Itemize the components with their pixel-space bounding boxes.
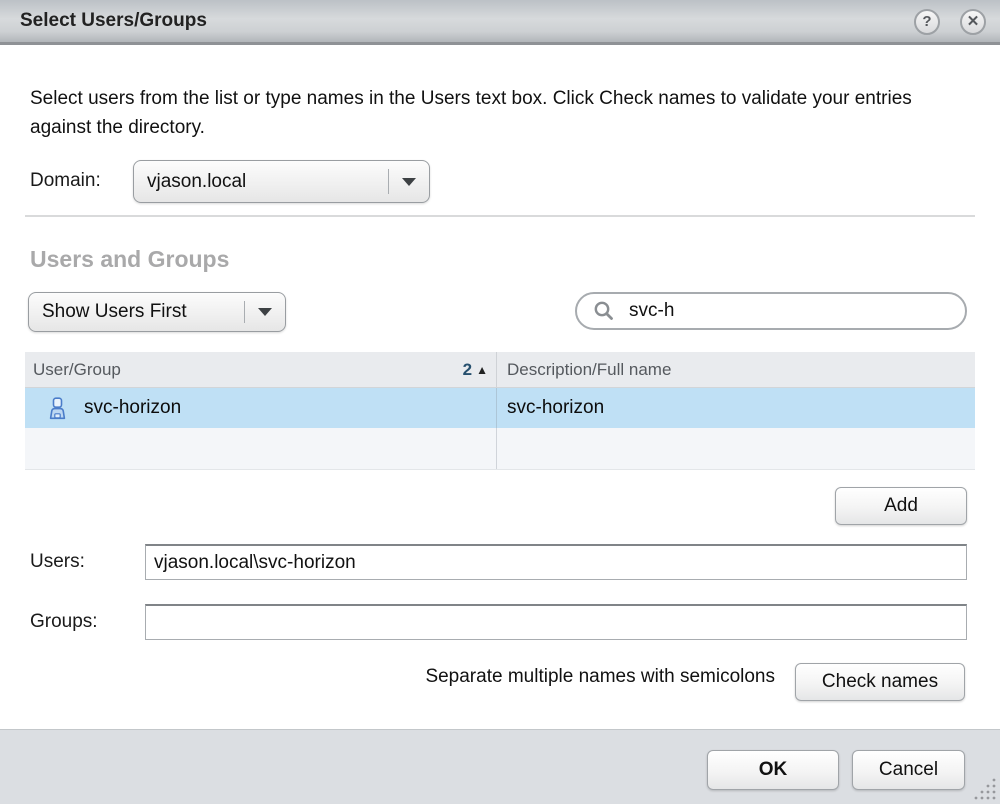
select-users-groups-dialog: Select Users/Groups ? ✕ Select users fro…: [0, 0, 1000, 804]
chevron-down-icon: [402, 178, 416, 186]
groups-label: Groups:: [30, 611, 98, 633]
filter-dropdown-arrow-zone[interactable]: [245, 308, 285, 316]
column-header-description[interactable]: Description/Full name: [497, 360, 975, 380]
show-users-first-dropdown[interactable]: Show Users First: [28, 292, 286, 332]
check-names-button[interactable]: Check names: [795, 663, 965, 701]
domain-dropdown[interactable]: vjason.local: [133, 160, 430, 203]
semicolons-hint: Separate multiple names with semicolons: [425, 666, 775, 688]
column-header-label: User/Group: [33, 360, 463, 380]
groups-input[interactable]: [145, 604, 967, 640]
table-cell-user-group: svc-horizon: [25, 388, 497, 428]
description-text: svc-horizon: [507, 397, 604, 419]
table-row-empty: [25, 428, 975, 470]
user-icon: [47, 397, 68, 420]
table-cell-empty: [497, 428, 975, 469]
domain-label: Domain:: [30, 170, 101, 192]
users-groups-heading: Users and Groups: [30, 246, 229, 273]
chevron-down-icon: [258, 308, 272, 316]
ok-button[interactable]: OK: [707, 750, 839, 790]
search-icon: [593, 300, 615, 322]
intro-text: Select users from the list or type names…: [30, 84, 960, 142]
dialog-title: Select Users/Groups: [0, 10, 207, 32]
user-group-name: svc-horizon: [84, 397, 181, 419]
users-label: Users:: [30, 551, 85, 573]
filter-dropdown-value: Show Users First: [29, 301, 244, 323]
sort-count-badge: 2: [463, 360, 472, 380]
table-header-row: User/Group 2 ▲ Description/Full name: [25, 352, 975, 388]
add-button[interactable]: Add: [835, 487, 967, 525]
dialog-footer: [0, 729, 1000, 804]
domain-dropdown-value: vjason.local: [134, 171, 388, 193]
resize-grip-icon[interactable]: [968, 776, 998, 802]
help-icon[interactable]: ?: [914, 9, 940, 35]
table-cell-empty: [25, 428, 497, 469]
users-groups-table: User/Group 2 ▲ Description/Full name svc…: [25, 352, 975, 470]
cancel-button[interactable]: Cancel: [852, 750, 965, 790]
column-header-user-group[interactable]: User/Group 2 ▲: [25, 352, 497, 387]
table-cell-description: svc-horizon: [497, 388, 975, 428]
dialog-titlebar: Select Users/Groups ? ✕: [0, 0, 1000, 45]
users-input[interactable]: [145, 544, 967, 580]
search-input[interactable]: [615, 300, 965, 322]
sort-ascending-icon: ▲: [476, 363, 488, 377]
domain-dropdown-arrow-zone[interactable]: [389, 178, 429, 186]
search-box[interactable]: [575, 292, 967, 330]
table-row[interactable]: svc-horizon svc-horizon: [25, 388, 975, 428]
column-header-label: Description/Full name: [507, 360, 671, 379]
section-divider: [25, 215, 975, 217]
close-icon[interactable]: ✕: [960, 9, 986, 35]
